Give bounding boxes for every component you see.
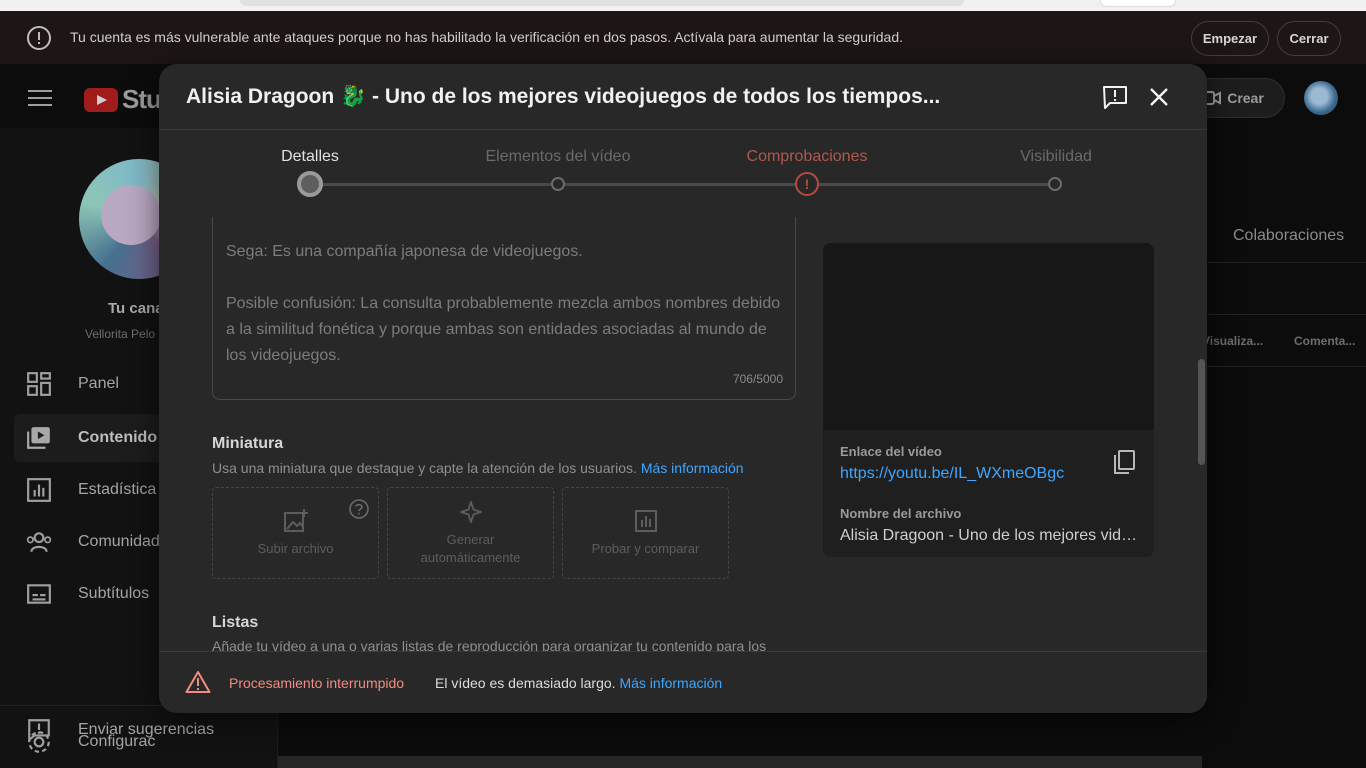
banner-message: Tu cuenta es más vulnerable ante ataques… — [70, 29, 904, 45]
step-details-label[interactable]: Detalles — [210, 148, 410, 166]
sidebar-item-feedback[interactable]: Enviar sugerencias — [14, 706, 264, 754]
youtube-play-icon — [84, 87, 118, 112]
tab-collaborations[interactable]: Colaboraciones — [1233, 227, 1344, 245]
sidebar-item-label: Estadística — [78, 481, 157, 498]
horizontal-scrollbar[interactable] — [278, 756, 1202, 768]
thumbnail-title: Miniatura — [212, 435, 284, 452]
test-and-compare-button[interactable]: Probar y comparar — [562, 487, 729, 579]
video-link[interactable]: https://youtu.be/IL_WXmeOBgc — [840, 465, 1064, 483]
report-feedback-icon[interactable] — [1102, 84, 1128, 110]
account-avatar[interactable] — [1304, 81, 1338, 115]
address-bar[interactable] — [240, 0, 964, 6]
thumbnail-option-label: Generar automáticamente — [420, 532, 521, 565]
security-banner: Tu cuenta es más vulnerable ante ataques… — [0, 11, 1366, 64]
playlists-title: Listas — [212, 614, 259, 631]
dialog-title: Alisia Dragoon 🐉 - Uno de los mejores vi… — [186, 85, 941, 108]
warning-triangle-icon — [185, 671, 211, 693]
thumbnail-learn-more-link[interactable]: Más información — [641, 460, 744, 476]
upload-thumbnail-button[interactable]: Subir archivo — [212, 487, 379, 579]
close-icon[interactable] — [1146, 84, 1172, 110]
video-details-dialog: Alisia Dragoon 🐉 - Uno de los mejores vi… — [159, 64, 1207, 713]
close-banner-button[interactable]: Cerrar — [1277, 21, 1341, 56]
help-icon[interactable] — [348, 498, 370, 520]
file-name-label: Nombre del archivo — [840, 506, 962, 521]
file-name-value: Alisia Dragoon - Uno de los mejores vide… — [840, 527, 1138, 544]
video-link-label: Enlace del vídeo — [840, 444, 942, 459]
video-preview-card: Enlace del vídeo https://youtu.be/IL_WXm… — [823, 243, 1154, 557]
sidebar-item-label: Subtítulos — [78, 585, 150, 602]
processing-status: Procesamiento interrumpido — [229, 675, 405, 691]
divider — [1206, 262, 1366, 263]
playlists-description: Añade tu vídeo a una o varias listas de … — [212, 638, 767, 651]
dialog-scrollbar[interactable] — [1198, 359, 1205, 465]
step-visibility-dot[interactable] — [1048, 177, 1062, 191]
dashboard-icon — [27, 372, 51, 396]
add-image-icon — [283, 509, 308, 532]
processing-message: El vídeo es demasiado largo. Más informa… — [435, 675, 722, 691]
community-icon — [26, 532, 52, 553]
step-video-elements-dot[interactable] — [551, 177, 565, 191]
browser-button[interactable] — [1100, 0, 1176, 7]
description-line: Sega: Es una compañía japonesa de videoj… — [226, 243, 583, 260]
stepper-track — [310, 183, 1056, 186]
subtitles-icon — [27, 584, 51, 604]
copy-icon[interactable] — [1112, 449, 1136, 475]
step-video-elements-label[interactable]: Elementos del vídeo — [458, 148, 658, 166]
step-details-dot[interactable] — [297, 171, 323, 197]
sidebar-item-label: Comunidad — [78, 533, 160, 550]
feedback-icon — [28, 719, 50, 743]
character-counter: 706/5000 — [732, 372, 783, 386]
browser-toolbar-strip — [0, 0, 1366, 11]
content-icon — [27, 427, 50, 449]
channel-title: Tu cana — [108, 300, 164, 317]
video-preview-player[interactable] — [823, 243, 1154, 430]
youtube-studio-logo[interactable]: Stu — [84, 84, 162, 115]
compare-chart-icon — [634, 510, 657, 532]
divider — [1206, 366, 1366, 367]
auto-generate-thumbnail-button[interactable]: Generar automáticamente — [387, 487, 554, 579]
dialog-footer: Procesamiento interrumpido El vídeo es d… — [159, 651, 1207, 713]
column-header-comments[interactable]: Comenta... — [1294, 334, 1355, 348]
channel-subtitle: Vellorita Pelo — [85, 327, 156, 341]
sidebar-item-label: Contenido — [78, 429, 158, 446]
step-checks-warning-icon[interactable]: ! — [795, 172, 819, 196]
sparkle-icon — [459, 501, 482, 523]
step-visibility-label[interactable]: Visibilidad — [956, 148, 1156, 166]
start-button[interactable]: Empezar — [1191, 21, 1269, 56]
thumbnail-option-label: Subir archivo — [257, 541, 334, 556]
step-checks-label[interactable]: Comprobaciones — [707, 148, 907, 166]
sidebar-item-label: Panel — [78, 375, 119, 392]
logo-text: Stu — [122, 84, 162, 114]
column-header-views[interactable]: Visualiza... — [1202, 334, 1263, 348]
menu-icon[interactable] — [28, 90, 52, 108]
description-line: Posible confusión: La consulta probablem… — [226, 295, 781, 364]
description-textarea[interactable]: Sega: Es una compañía japonesa de videoj… — [212, 217, 796, 400]
sidebar-item-label: Enviar sugerencias — [78, 721, 215, 738]
footer-learn-more-link[interactable]: Más información — [619, 675, 722, 691]
divider — [1206, 314, 1366, 315]
thumbnail-description-text: Usa una miniatura que destaque y capte l… — [212, 460, 637, 476]
create-label: Crear — [1227, 90, 1264, 106]
analytics-icon — [27, 478, 51, 502]
dialog-content: Sega: Es una compañía japonesa de videoj… — [159, 217, 1207, 651]
dialog-header: Alisia Dragoon 🐉 - Uno de los mejores vi… — [159, 64, 1207, 130]
thumbnail-option-label: Probar y comparar — [591, 541, 700, 556]
thumbnail-description: Usa una miniatura que destaque y capte l… — [212, 460, 744, 476]
processing-message-text: El vídeo es demasiado largo. — [435, 675, 616, 691]
info-alert-icon — [27, 26, 51, 50]
